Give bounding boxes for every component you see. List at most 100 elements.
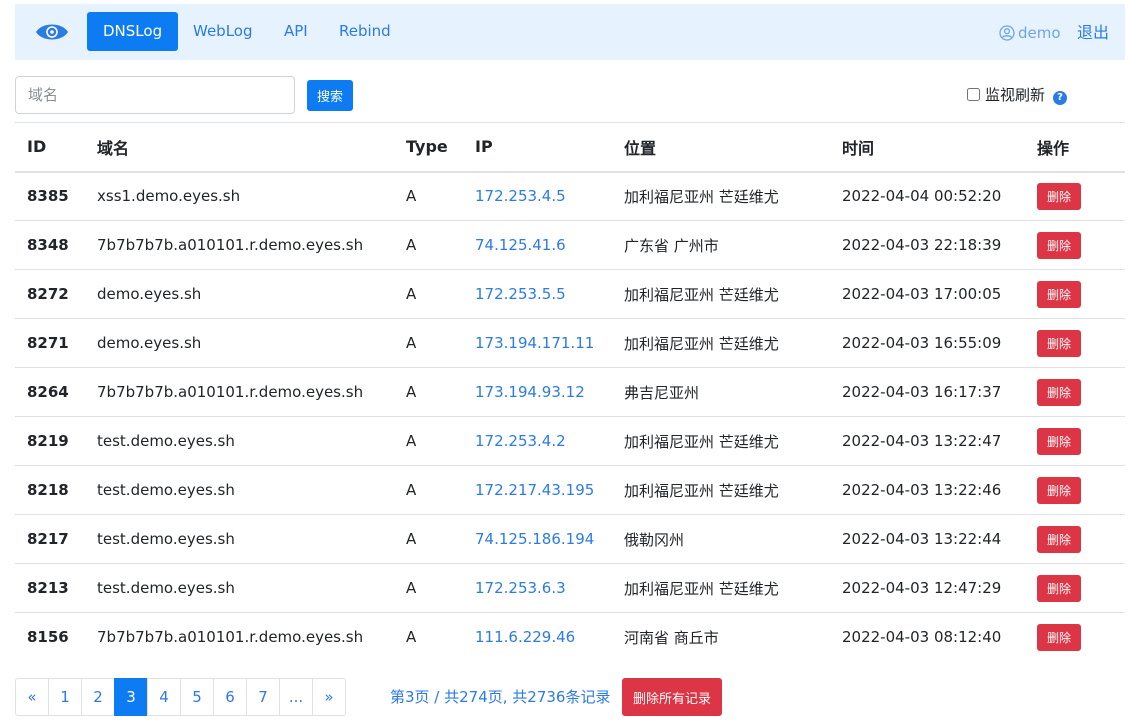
- cell-id: 8218: [15, 465, 85, 515]
- cell-ip[interactable]: 172.253.5.5: [463, 269, 612, 319]
- monitor-refresh-toggle[interactable]: 监视刷新?: [967, 84, 1068, 106]
- user-name: demo: [1018, 24, 1061, 42]
- cell-id: 8219: [15, 416, 85, 466]
- cell-type: A: [394, 220, 463, 270]
- dnslog-table: ID 域名 Type IP 位置 时间 操作 8385 xss1.demo.eye…: [15, 122, 1125, 662]
- table-row: 8385 xss1.demo.eyes.sh A 172.253.4.5 加利福尼亚州 …: [15, 171, 1125, 221]
- table-row: 8271 demo.eyes.sh A 173.194.171.11 加利福尼亚州 芒廷…: [15, 318, 1125, 368]
- cell-type: A: [394, 514, 463, 564]
- table-row: 8217 test.demo.eyes.sh A 74.125.186.194 俄勒冈州…: [15, 514, 1125, 564]
- cell-action: 删除: [1025, 416, 1125, 466]
- cell-ip[interactable]: 172.253.6.3: [463, 563, 612, 613]
- table-row: 8348 7b7b7b7b.a010101.r.demo.eyes.sh A 74.1…: [15, 220, 1125, 270]
- cell-ip[interactable]: 173.194.93.12: [463, 367, 612, 417]
- delete-button[interactable]: 删除: [1037, 623, 1081, 651]
- header-ip: IP: [463, 122, 612, 173]
- cell-id: 8385: [15, 171, 85, 221]
- cell-time: 2022-04-03 13:22:47: [830, 416, 1025, 466]
- cell-action: 删除: [1025, 318, 1125, 368]
- delete-all-button[interactable]: 删除所有记录: [622, 678, 722, 716]
- table-row: 8156 7b7b7b7b.a010101.r.demo.eyes.sh A 111.…: [15, 612, 1125, 662]
- cell-time: 2022-04-03 13:22:44: [830, 514, 1025, 564]
- page-6[interactable]: 6: [213, 678, 247, 716]
- cell-time: 2022-04-03 22:18:39: [830, 220, 1025, 270]
- nav-weblog[interactable]: WebLog: [177, 12, 269, 51]
- page-3[interactable]: 3: [114, 678, 148, 716]
- table-row: 8218 test.demo.eyes.sh A 172.217.43.195 加利福尼…: [15, 465, 1125, 515]
- pagination: «1 2 3 4 5 6 7...»: [15, 678, 346, 716]
- cell-type: A: [394, 416, 463, 466]
- cell-location: 广东省 广州市: [612, 220, 830, 270]
- delete-button[interactable]: 删除: [1037, 525, 1081, 553]
- user-menu[interactable]: demo: [999, 22, 1061, 44]
- table-body: 8385 xss1.demo.eyes.sh A 172.253.4.5 加利福尼亚州 …: [15, 171, 1125, 662]
- delete-button[interactable]: 删除: [1037, 231, 1081, 259]
- domain-search-input[interactable]: [15, 76, 295, 114]
- cell-action: 删除: [1025, 269, 1125, 319]
- cell-id: 8213: [15, 563, 85, 613]
- cell-type: A: [394, 465, 463, 515]
- cell-ip[interactable]: 172.217.43.195: [463, 465, 612, 515]
- delete-button[interactable]: 删除: [1037, 329, 1081, 357]
- page-7[interactable]: 7: [246, 678, 280, 716]
- cell-location: 加利福尼亚州 芒廷维尤: [612, 465, 830, 515]
- table-header-row: ID 域名 Type IP 位置 时间 操作: [15, 122, 1125, 173]
- page-ellipsis[interactable]: ...: [279, 678, 313, 716]
- cell-time: 2022-04-03 17:00:05: [830, 269, 1025, 319]
- user-circle-icon: [999, 25, 1015, 41]
- page-5[interactable]: 5: [180, 678, 214, 716]
- cell-type: A: [394, 612, 463, 662]
- nav-rebind[interactable]: Rebind: [323, 12, 407, 51]
- table-row: 8213 test.demo.eyes.sh A 172.253.6.3 加利福尼亚州 …: [15, 563, 1125, 613]
- monitor-refresh-checkbox[interactable]: [967, 88, 980, 101]
- cell-ip[interactable]: 111.6.229.46: [463, 612, 612, 662]
- page-prev[interactable]: «: [15, 678, 49, 716]
- page-2[interactable]: 2: [81, 678, 115, 716]
- cell-type: A: [394, 563, 463, 613]
- logout-link[interactable]: 退出: [1077, 22, 1109, 44]
- page-4[interactable]: 4: [147, 678, 181, 716]
- monitor-refresh-label: 监视刷新: [985, 86, 1046, 104]
- header-domain: 域名: [85, 122, 394, 173]
- cell-location: 河南省 商丘市: [612, 612, 830, 662]
- cell-ip[interactable]: 74.125.186.194: [463, 514, 612, 564]
- cell-ip[interactable]: 172.253.4.2: [463, 416, 612, 466]
- delete-button[interactable]: 删除: [1037, 182, 1081, 210]
- delete-button[interactable]: 删除: [1037, 378, 1081, 406]
- delete-button[interactable]: 删除: [1037, 476, 1081, 504]
- page-1[interactable]: 1: [48, 678, 82, 716]
- cell-location: 加利福尼亚州 芒廷维尤: [612, 563, 830, 613]
- cell-action: 删除: [1025, 171, 1125, 221]
- search-button[interactable]: 搜索: [307, 80, 353, 111]
- question-circle-icon[interactable]: ?: [1053, 91, 1068, 105]
- cell-id: 8264: [15, 367, 85, 417]
- cell-id: 8348: [15, 220, 85, 270]
- page-info: 第3页 / 共274页, 共2736条记录: [390, 688, 611, 706]
- cell-action: 删除: [1025, 465, 1125, 515]
- cell-ip[interactable]: 74.125.41.6: [463, 220, 612, 270]
- cell-time: 2022-04-03 16:17:37: [830, 367, 1025, 417]
- table-row: 8219 test.demo.eyes.sh A 172.253.4.2 加利福尼亚州 …: [15, 416, 1125, 466]
- cell-location: 加利福尼亚州 芒廷维尤: [612, 269, 830, 319]
- cell-id: 8271: [15, 318, 85, 368]
- eye-icon[interactable]: [35, 21, 69, 43]
- cell-id: 8156: [15, 612, 85, 662]
- nav-dnslog[interactable]: DNSLog: [87, 12, 179, 51]
- delete-button[interactable]: 删除: [1037, 574, 1081, 602]
- cell-action: 删除: [1025, 514, 1125, 564]
- page-next[interactable]: »: [312, 678, 346, 716]
- delete-button[interactable]: 删除: [1037, 280, 1081, 308]
- cell-type: A: [394, 171, 463, 221]
- cell-action: 删除: [1025, 563, 1125, 613]
- cell-domain: demo.eyes.sh: [85, 269, 394, 319]
- delete-button[interactable]: 删除: [1037, 427, 1081, 455]
- cell-ip[interactable]: 173.194.171.11: [463, 318, 612, 368]
- cell-ip[interactable]: 172.253.4.5: [463, 171, 612, 221]
- cell-type: A: [394, 318, 463, 368]
- cell-location: 加利福尼亚州 芒廷维尤: [612, 318, 830, 368]
- cell-location: 加利福尼亚州 芒廷维尤: [612, 171, 830, 221]
- cell-action: 删除: [1025, 220, 1125, 270]
- header-time: 时间: [830, 122, 1025, 173]
- nav-api[interactable]: API: [268, 12, 324, 51]
- cell-action: 删除: [1025, 612, 1125, 662]
